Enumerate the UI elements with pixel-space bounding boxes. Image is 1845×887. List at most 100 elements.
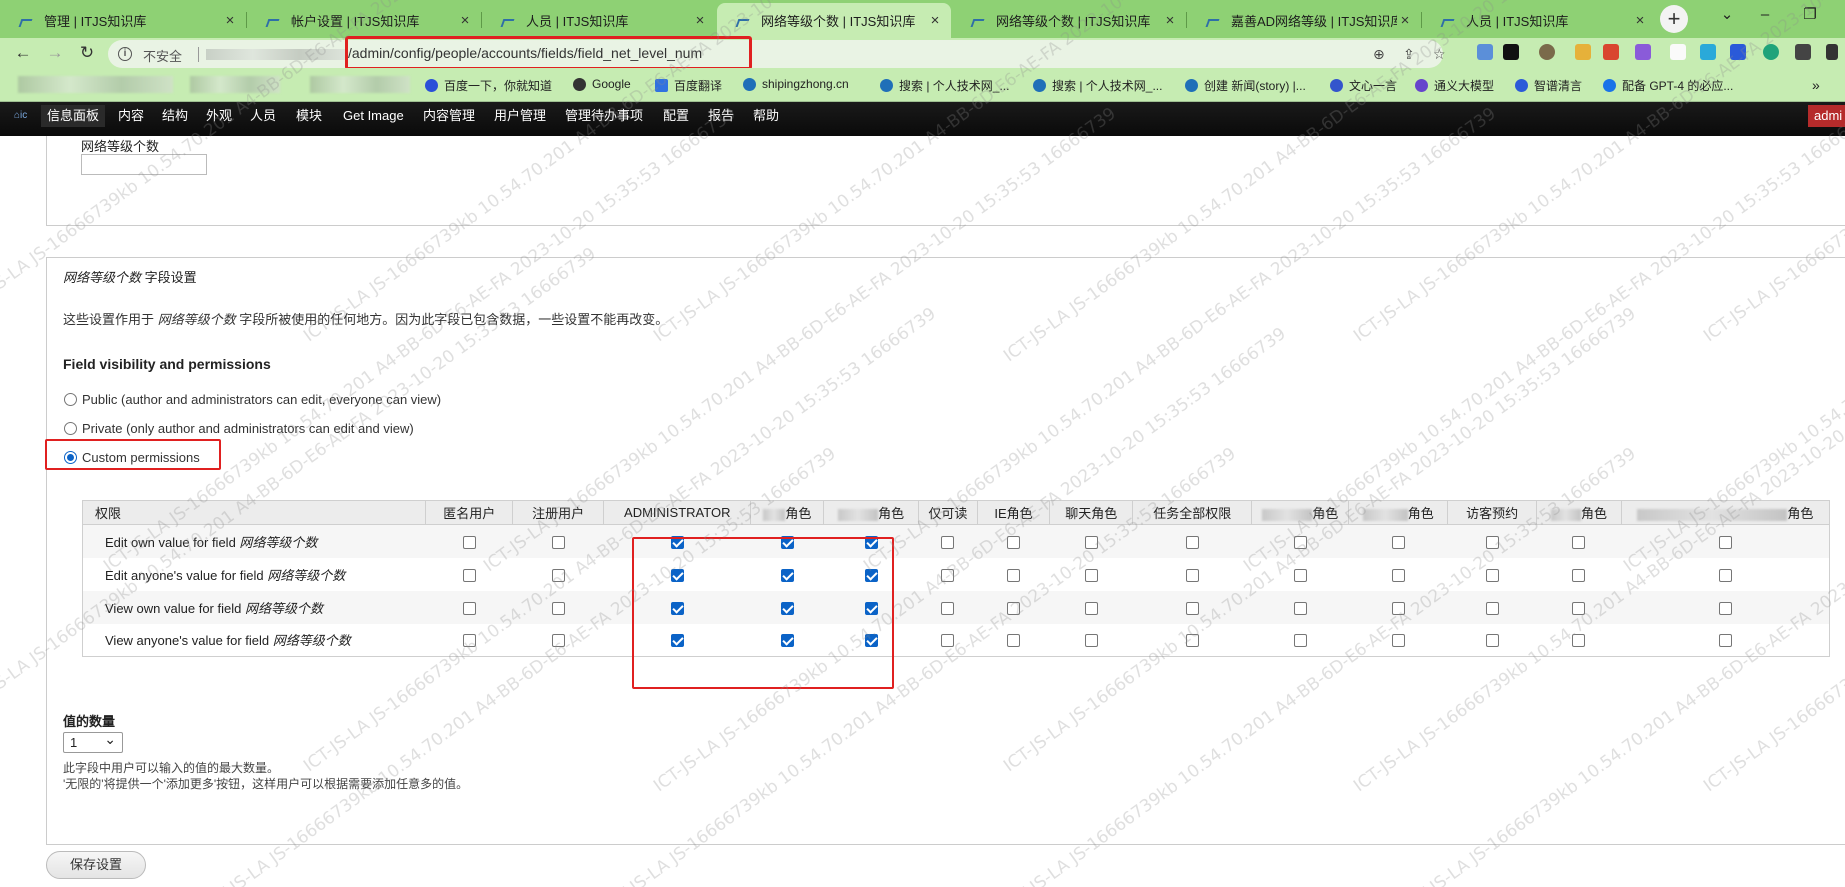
- maximize-icon[interactable]: ❐: [1795, 2, 1825, 28]
- checkbox[interactable]: [462, 601, 476, 615]
- checkbox[interactable]: [462, 568, 476, 582]
- tab-search-icon[interactable]: ⌄: [1712, 2, 1742, 28]
- tab-close-icon[interactable]: ×: [927, 12, 943, 29]
- checkbox[interactable]: [1718, 568, 1732, 582]
- checkbox[interactable]: [1007, 634, 1020, 648]
- browser-tab[interactable]: 人员 | ITJS知识库 ×: [1422, 3, 1656, 38]
- extension-icon[interactable]: [1635, 44, 1651, 60]
- browser-tab[interactable]: 网络等级个数 | ITJS知识库 ×: [952, 3, 1186, 38]
- checkbox[interactable]: [1485, 535, 1499, 549]
- admin-menu-item[interactable]: 信息面板: [41, 105, 106, 127]
- admin-menu-item[interactable]: 管理待办事项: [559, 105, 649, 127]
- checkbox[interactable]: [941, 601, 955, 615]
- admin-menu-item[interactable]: 报告: [702, 105, 740, 127]
- checkbox[interactable]: [1485, 634, 1499, 648]
- admin-menu-item[interactable]: 用户管理: [488, 105, 552, 127]
- checkbox[interactable]: [1293, 601, 1307, 615]
- tab-close-icon[interactable]: ×: [222, 12, 238, 29]
- checkbox[interactable]: [1293, 634, 1307, 648]
- tab-close-icon[interactable]: ×: [1397, 12, 1413, 29]
- checkbox[interactable]: [1485, 568, 1499, 582]
- checkbox[interactable]: [1293, 568, 1307, 582]
- checkbox[interactable]: [1007, 601, 1020, 615]
- drupal-logo-icon[interactable]: ⌂ic: [8, 105, 33, 127]
- checkbox[interactable]: [941, 568, 955, 582]
- checkbox[interactable]: [1718, 601, 1732, 615]
- checkbox[interactable]: [551, 535, 565, 549]
- checkbox[interactable]: [462, 535, 476, 549]
- browser-tab[interactable]: 嘉善AD网络等级 | ITJS知识库 ×: [1187, 3, 1421, 38]
- tab-close-icon[interactable]: ×: [457, 12, 473, 29]
- forward-icon[interactable]: →: [42, 40, 68, 66]
- checkbox[interactable]: [1293, 535, 1307, 549]
- back-icon[interactable]: ←: [10, 40, 36, 66]
- reload-icon[interactable]: ↻: [74, 40, 100, 66]
- checkbox[interactable]: [551, 634, 565, 648]
- checkbox[interactable]: [1391, 634, 1405, 648]
- checkbox[interactable]: [1572, 535, 1586, 549]
- extension-icon[interactable]: [1700, 44, 1716, 60]
- checkbox[interactable]: [1572, 568, 1586, 582]
- checkbox[interactable]: [1007, 535, 1020, 549]
- bookmark-item[interactable]: 百度翻译: [655, 77, 722, 94]
- checkbox[interactable]: [1084, 568, 1098, 582]
- checkbox[interactable]: [1185, 634, 1199, 648]
- extension-icon[interactable]: [1730, 44, 1746, 60]
- bookmark-item[interactable]: 创建 新闻(story) |...: [1185, 77, 1306, 94]
- admin-menu-item[interactable]: 内容: [112, 105, 150, 127]
- bookmark-item[interactable]: 文心一言: [1330, 77, 1397, 94]
- extension-icon[interactable]: [1539, 44, 1555, 60]
- checkbox[interactable]: [941, 535, 955, 549]
- checkbox[interactable]: [1718, 535, 1732, 549]
- extensions-puzzle-icon[interactable]: [1795, 44, 1811, 60]
- checkbox[interactable]: [1391, 601, 1405, 615]
- share-icon[interactable]: ⇪: [1403, 46, 1415, 63]
- checkbox[interactable]: [1572, 634, 1586, 648]
- extension-icon[interactable]: [1763, 44, 1779, 60]
- minimize-icon[interactable]: –: [1750, 2, 1780, 28]
- side-panel-icon[interactable]: [1826, 44, 1838, 60]
- admin-menu-item[interactable]: 帮助: [747, 105, 785, 127]
- bookmark-item[interactable]: 智谱清言: [1515, 77, 1582, 94]
- checkbox[interactable]: [1391, 568, 1405, 582]
- checkbox[interactable]: [1084, 634, 1098, 648]
- checkbox[interactable]: [1485, 601, 1499, 615]
- bookmarks-overflow-icon[interactable]: »: [1812, 77, 1820, 93]
- admin-menu-item[interactable]: 人员: [244, 105, 282, 127]
- radio-button[interactable]: [64, 422, 77, 435]
- bookmark-item[interactable]: 百度一下，你就知道: [425, 77, 552, 94]
- radio-private[interactable]: Private (only author and administrators …: [64, 421, 414, 436]
- admin-menu-item[interactable]: 结构: [156, 105, 194, 127]
- default-value-input[interactable]: [81, 154, 207, 175]
- new-tab-button[interactable]: +: [1660, 5, 1688, 33]
- tab-close-icon[interactable]: ×: [1162, 12, 1178, 29]
- extension-icon[interactable]: [1477, 44, 1493, 60]
- checkbox[interactable]: [1084, 601, 1098, 615]
- checkbox[interactable]: [551, 568, 565, 582]
- bookmark-item[interactable]: 搜索 | 个人技术网_...: [1033, 77, 1162, 94]
- extension-icon[interactable]: [1575, 44, 1591, 60]
- bookmark-star-icon[interactable]: ☆: [1433, 46, 1446, 63]
- browser-tab-active[interactable]: 网络等级个数 | ITJS知识库 ×: [717, 3, 951, 38]
- checkbox[interactable]: [1185, 535, 1199, 549]
- tab-close-icon[interactable]: ×: [692, 12, 708, 29]
- checkbox[interactable]: [551, 601, 565, 615]
- radio-public[interactable]: Public (author and administrators can ed…: [64, 392, 441, 407]
- save-settings-button[interactable]: 保存设置: [46, 851, 146, 879]
- admin-user-link[interactable]: admi: [1808, 105, 1845, 127]
- checkbox[interactable]: [1185, 568, 1199, 582]
- browser-tab[interactable]: 帐户设置 | ITJS知识库 ×: [247, 3, 481, 38]
- admin-menu-item[interactable]: 内容管理: [417, 105, 481, 127]
- tab-close-icon[interactable]: ×: [1632, 12, 1648, 29]
- extension-icon[interactable]: [1603, 44, 1619, 60]
- admin-menu-item[interactable]: 模块: [290, 105, 328, 127]
- zoom-icon[interactable]: ⊕: [1373, 46, 1385, 63]
- browser-tab[interactable]: 人员 | ITJS知识库 ×: [482, 3, 716, 38]
- admin-menu-item[interactable]: 配置: [657, 105, 695, 127]
- checkbox[interactable]: [1718, 634, 1732, 648]
- checkbox[interactable]: [462, 634, 476, 648]
- admin-menu-item[interactable]: 外观: [200, 105, 238, 127]
- cardinality-select[interactable]: 1: [63, 730, 123, 753]
- bookmark-item[interactable]: 通义大模型: [1415, 77, 1494, 94]
- checkbox[interactable]: [1572, 601, 1586, 615]
